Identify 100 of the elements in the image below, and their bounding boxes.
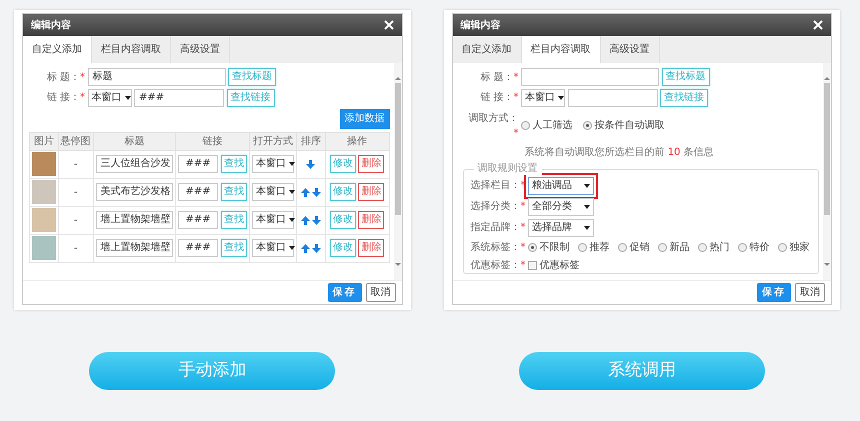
fieldset-legend: 调取规则设置 — [474, 162, 542, 174]
delete-button[interactable]: 删除 — [358, 183, 384, 201]
scroll-down-icon[interactable] — [394, 263, 400, 266]
field-label: 标 题：* — [46, 70, 85, 84]
photo-placeholder — [32, 208, 56, 232]
input-field[interactable]: ### — [134, 88, 224, 106]
select-field[interactable]: 本窗口 — [252, 155, 294, 173]
dialog-title: 编辑内容 — [31, 18, 71, 32]
up-arrow-icon[interactable] — [300, 216, 310, 224]
radio-label: 推荐 — [590, 240, 610, 254]
radio-button[interactable] — [778, 242, 787, 252]
radio-button[interactable] — [658, 242, 667, 252]
radio-button[interactable] — [738, 242, 747, 252]
input-field[interactable]: 美式布艺沙发格 — [96, 183, 173, 201]
radio-button[interactable] — [578, 242, 587, 252]
field-label: 优惠标签：* — [470, 258, 526, 272]
input-field[interactable]: 墙上置物架墙壁 — [96, 239, 173, 257]
field-label: 系统标签：* — [470, 240, 526, 254]
table-cell: - — [58, 178, 94, 206]
radio-label: 特价 — [750, 240, 770, 254]
radio-label: 新品 — [670, 240, 690, 254]
down-arrow-icon[interactable] — [312, 188, 322, 196]
radio-button[interactable] — [521, 121, 530, 130]
tab[interactable]: 高级设置 — [600, 36, 660, 63]
down-arrow-icon[interactable] — [312, 244, 322, 252]
caret-icon — [558, 96, 564, 100]
select-field[interactable]: 选择品牌 — [528, 218, 594, 236]
caret-icon — [288, 246, 295, 250]
caret-icon — [124, 96, 130, 100]
down-arrow-icon[interactable] — [312, 216, 322, 224]
radio-button[interactable] — [618, 242, 627, 252]
scroll-up-icon[interactable] — [394, 77, 400, 80]
select-field[interactable]: 全部分类 — [528, 198, 594, 216]
scroll-up-icon[interactable] — [824, 77, 830, 80]
cancel-button[interactable]: 取消 — [795, 283, 825, 302]
radio-label: 按条件自动调取 — [594, 118, 664, 133]
up-arrow-icon[interactable] — [300, 188, 310, 196]
radio-label: 促销 — [630, 240, 650, 254]
checkbox[interactable] — [528, 260, 537, 270]
radio-button[interactable] — [528, 242, 537, 252]
hint-text: 系统将自动调取您所选栏目的前 10 条信息 — [524, 146, 714, 160]
table-cell: - — [58, 234, 94, 262]
down-arrow-icon[interactable] — [306, 160, 316, 168]
field-label: 标 题：* — [479, 70, 518, 84]
select-field[interactable]: 本窗口 — [88, 88, 132, 106]
table-cell: - — [58, 150, 94, 178]
scrollbar[interactable] — [394, 63, 402, 280]
caret-icon — [584, 204, 590, 208]
input-field[interactable]: ### — [178, 183, 218, 201]
input-field[interactable]: 三人位组合沙发 — [96, 155, 173, 173]
input-field[interactable]: 墙上置物架墙壁 — [96, 211, 173, 229]
caret-icon — [584, 184, 590, 188]
caret-icon — [288, 190, 295, 194]
select-field[interactable]: 本窗口 — [252, 239, 294, 257]
column-header: 标题 — [93, 132, 176, 150]
column-header: 打开方式 — [249, 132, 297, 150]
radio-label: 不限制 — [540, 240, 570, 254]
field-label: 指定品牌：* — [470, 220, 526, 235]
photo-placeholder — [32, 236, 56, 260]
column-header: 悬停图 — [58, 132, 94, 150]
field-label: 调取方式： * — [468, 112, 518, 140]
input-field[interactable]: 标题 — [88, 68, 226, 86]
radio-label: 独家 — [790, 240, 810, 254]
tab[interactable]: 栏目内容调取 — [522, 36, 600, 63]
cancel-button[interactable]: 取消 — [366, 283, 396, 302]
field-label: 选择分类：* — [470, 200, 526, 214]
close-icon[interactable] — [384, 20, 394, 30]
photo-placeholder — [32, 152, 56, 176]
delete-button[interactable]: 删除 — [358, 211, 384, 229]
close-icon[interactable] — [813, 20, 823, 30]
delete-button[interactable]: 删除 — [358, 239, 384, 257]
checkbox-label: 优惠标签 — [540, 258, 580, 272]
scrollbar[interactable] — [823, 63, 831, 280]
up-arrow-icon[interactable] — [300, 244, 310, 252]
dialog-title: 编辑内容 — [460, 18, 500, 32]
field-label: 链 接：* — [479, 90, 518, 105]
input-field[interactable]: ### — [178, 155, 218, 173]
field-label: 链 接：* — [46, 90, 85, 105]
scroll-down-icon[interactable] — [824, 263, 830, 266]
radio-label: 人工筛选 — [532, 118, 572, 133]
select-field[interactable]: 本窗口 — [252, 183, 294, 201]
input-field[interactable] — [521, 68, 659, 86]
input-field[interactable]: ### — [178, 211, 218, 229]
column-header: 图片 — [30, 132, 58, 150]
input-field[interactable] — [568, 88, 658, 106]
delete-button[interactable]: 删除 — [358, 155, 384, 173]
caret-icon — [584, 226, 590, 230]
caret-icon — [288, 218, 295, 222]
column-header: 排序 — [296, 132, 326, 150]
column-header: 链接 — [175, 132, 250, 150]
radio-button[interactable] — [583, 121, 592, 130]
select-field[interactable]: 本窗口 — [521, 88, 565, 106]
input-field[interactable]: ### — [178, 239, 218, 257]
tab[interactable]: 自定义添加 — [23, 36, 92, 63]
tab[interactable]: 栏目内容调取 — [92, 36, 171, 63]
caret-icon — [288, 162, 295, 166]
select-field[interactable]: 本窗口 — [252, 211, 294, 229]
radio-button[interactable] — [698, 242, 707, 252]
tab[interactable]: 高级设置 — [171, 36, 230, 63]
column-header: 操作 — [325, 132, 389, 150]
